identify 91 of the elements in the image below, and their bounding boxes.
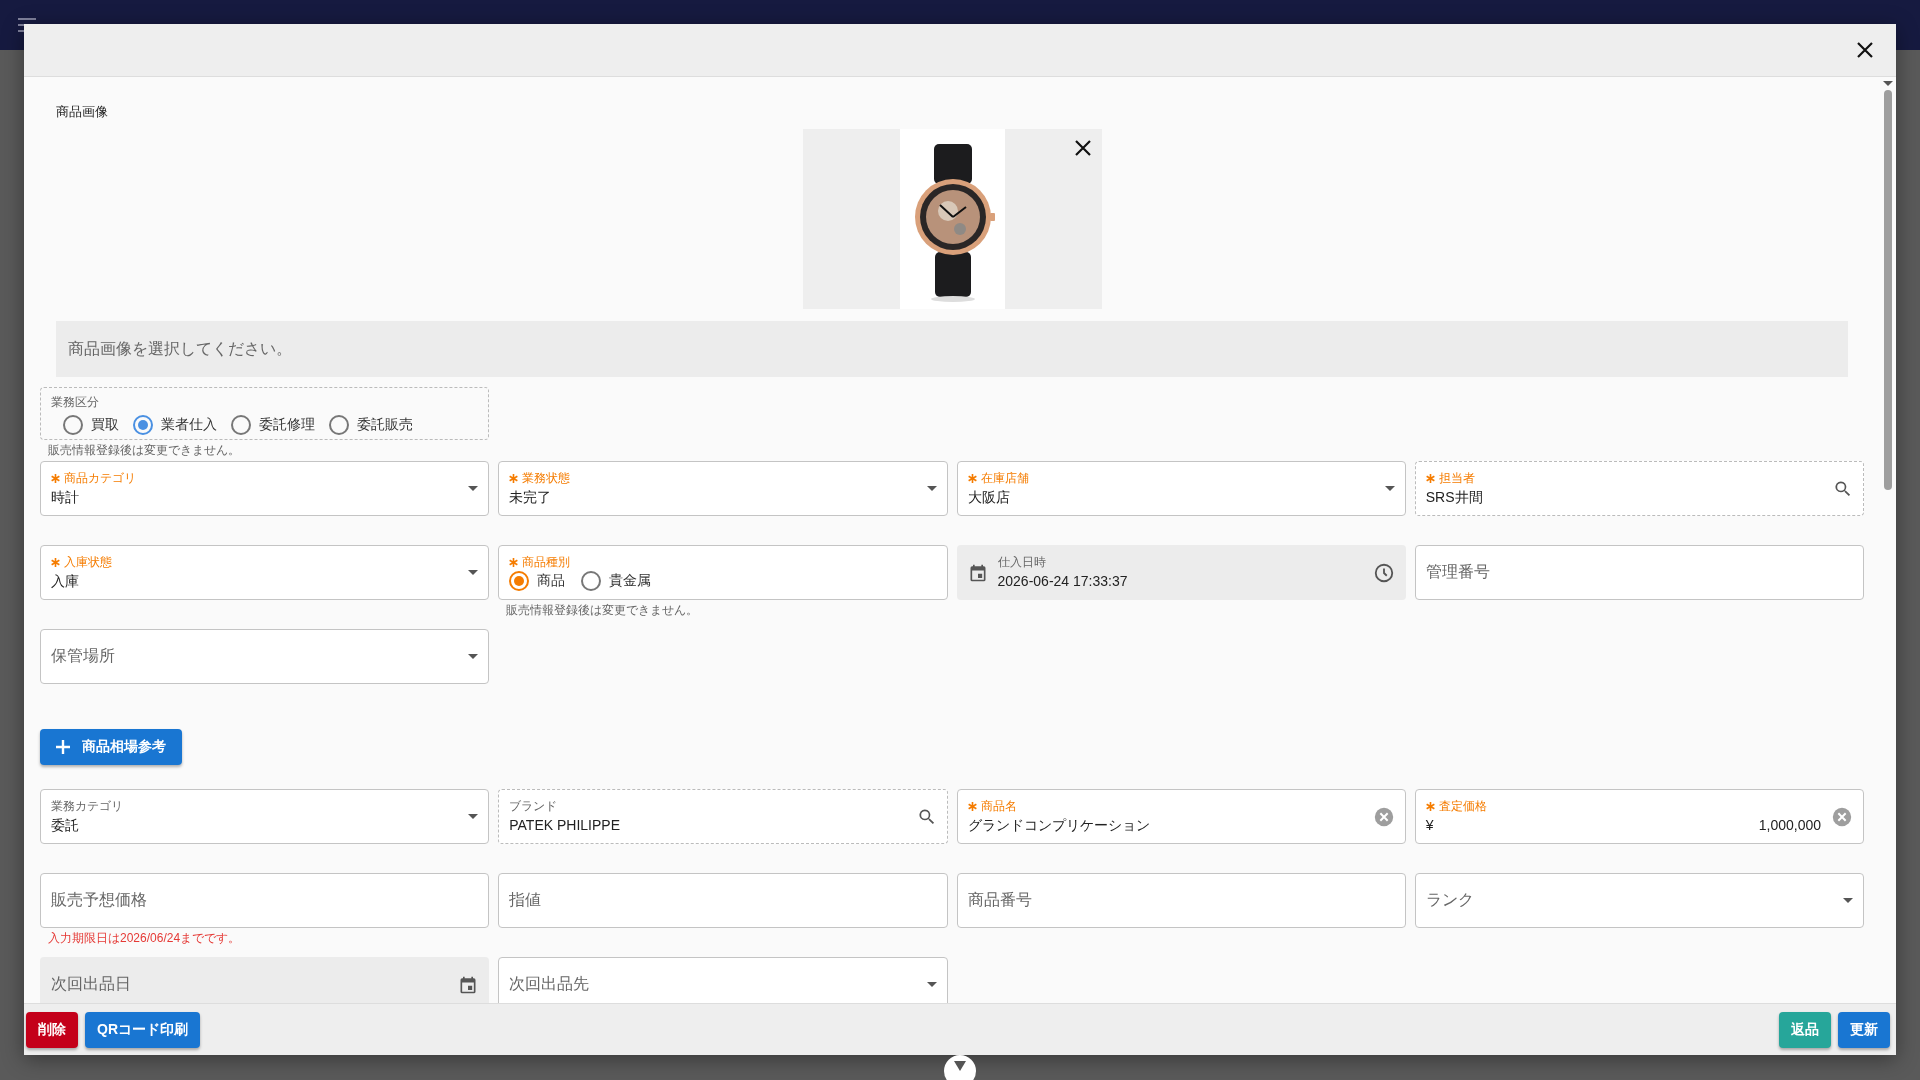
- expand-handle[interactable]: [944, 1055, 976, 1080]
- field-value: PATEK PHILIPPE: [509, 816, 621, 835]
- currency-symbol: ¥: [1425, 816, 1434, 835]
- input-field[interactable]: 商品番号: [956, 873, 1406, 928]
- dropdown-caret-icon[interactable]: [926, 982, 937, 987]
- close-button[interactable]: [1856, 41, 1874, 59]
- option-label: 買取: [91, 416, 119, 434]
- field-placeholder: 管理番号: [1425, 562, 1491, 582]
- input-field[interactable]: 在庫店舗 大阪店: [956, 461, 1406, 516]
- field-label: 入庫状態: [64, 554, 112, 571]
- clear-icon[interactable]: [1372, 805, 1395, 828]
- input-field[interactable]: ブランド PATEK PHILIPPE: [498, 789, 948, 844]
- field-label: 業務区分: [51, 395, 99, 409]
- radio-icon[interactable]: [133, 415, 153, 435]
- field-placeholder: 次回出品日: [51, 974, 132, 994]
- option-label: 委託販売: [357, 416, 413, 434]
- field-placeholder: 保管場所: [51, 646, 116, 666]
- radio-option[interactable]: 委託販売: [329, 415, 413, 435]
- field-placeholder: 販売予想価格: [51, 890, 148, 910]
- field-value: SRS井間: [1425, 488, 1484, 507]
- field-value: 時計: [51, 488, 80, 507]
- field-placeholder: 指値: [509, 890, 543, 910]
- input-field[interactable]: ランク: [1414, 873, 1864, 928]
- field-label: 担当者: [1438, 470, 1475, 487]
- field-placeholder: 商品番号: [967, 890, 1033, 910]
- field-label: 商品種別: [522, 554, 571, 571]
- footer-button[interactable]: 更新: [1838, 1011, 1890, 1048]
- field-placeholder: 次回出品先: [509, 974, 591, 994]
- field-value: 未完了: [509, 488, 553, 507]
- input-field[interactable]: 業務カテゴリ 委託: [40, 789, 490, 844]
- input-field[interactable]: 担当者 SRS井間: [1414, 461, 1864, 516]
- dropdown-caret-icon[interactable]: [1384, 486, 1395, 491]
- error-text: 入力期限日は2026/06/24までです。: [48, 931, 241, 945]
- field-value: 委託: [51, 816, 80, 835]
- plus-icon: [56, 740, 70, 754]
- footer-button[interactable]: QRコード印刷: [85, 1011, 200, 1048]
- image-dropzone[interactable]: 商品画像を選択してください。: [56, 321, 1848, 377]
- remove-image-button[interactable]: [1073, 139, 1092, 157]
- input-field[interactable]: 入庫状態 入庫: [40, 545, 490, 600]
- radio-icon[interactable]: [329, 415, 349, 435]
- dropdown-caret-icon[interactable]: [926, 486, 937, 491]
- clear-icon[interactable]: [1831, 805, 1853, 828]
- radio-option[interactable]: 委託修理: [231, 415, 315, 435]
- scrollbar-thumb[interactable]: [1884, 90, 1892, 490]
- input-field[interactable]: 商品名 グランドコンプリケーション: [956, 789, 1406, 844]
- option-label: 貴金属: [609, 572, 652, 590]
- option-label: 委託修理: [259, 416, 315, 434]
- input-field[interactable]: 保管場所: [40, 629, 490, 684]
- field-value: 大阪店: [967, 488, 1011, 507]
- input-field[interactable]: 商品カテゴリ 時計: [40, 461, 490, 516]
- footer-button[interactable]: 削除: [26, 1011, 78, 1048]
- field-placeholder: ランク: [1425, 890, 1475, 910]
- input-field[interactable]: 査定価格 ¥ 1,000,000: [1414, 789, 1864, 844]
- field-value: 2026-06-24 17:33:37: [997, 572, 1129, 591]
- market-reference-button[interactable]: 商品相場参考: [40, 729, 182, 765]
- dropdown-caret-icon[interactable]: [468, 814, 479, 819]
- input-field[interactable]: 指値: [498, 873, 948, 928]
- field-label: 在庫店舗: [980, 470, 1029, 487]
- input-field[interactable]: 販売予想価格: [40, 873, 490, 928]
- input-field[interactable]: 管理番号: [1414, 545, 1864, 600]
- radio-icon[interactable]: [63, 415, 83, 435]
- dropdown-caret-icon[interactable]: [468, 570, 479, 575]
- radio-icon[interactable]: [509, 571, 530, 591]
- field-label: ブランド: [509, 798, 558, 815]
- input-field[interactable]: 次回出品先: [498, 957, 948, 1003]
- radio-icon[interactable]: [581, 571, 602, 591]
- field-label: 商品カテゴリ: [64, 470, 136, 487]
- field-label: 業務カテゴリ: [51, 798, 123, 815]
- radio-option[interactable]: 買取: [63, 415, 119, 435]
- option-label: 商品: [537, 572, 566, 590]
- input-field[interactable]: 業務状態 未完了: [498, 461, 948, 516]
- option-label: 業者仕入: [161, 416, 217, 434]
- helper-text: 販売情報登録後は変更できません。: [506, 603, 699, 617]
- field-value: 入庫: [51, 572, 80, 591]
- field-label: 業務状態: [522, 470, 571, 487]
- radio-option[interactable]: 商品: [509, 571, 566, 591]
- helper-text: 販売情報登録後は変更できません。: [48, 443, 240, 457]
- section-label: 商品画像: [56, 103, 109, 121]
- radio-option[interactable]: 貴金属: [581, 571, 652, 591]
- field-label: 仕入日時: [997, 554, 1046, 571]
- dropdown-caret-icon[interactable]: [1883, 81, 1893, 86]
- dropdown-caret-icon[interactable]: [1843, 898, 1853, 903]
- radio-option[interactable]: 業者仕入: [133, 415, 217, 435]
- dropdown-caret-icon[interactable]: [468, 486, 479, 491]
- field-value: グランドコンプリケーション: [967, 816, 1151, 835]
- chevron-down-icon: [954, 1061, 966, 1071]
- radio-icon[interactable]: [231, 415, 251, 435]
- field-value: 1,000,000: [1758, 816, 1821, 835]
- field-label: 商品名: [980, 798, 1017, 815]
- field-label: 査定価格: [1438, 798, 1487, 815]
- dropdown-caret-icon[interactable]: [468, 654, 479, 659]
